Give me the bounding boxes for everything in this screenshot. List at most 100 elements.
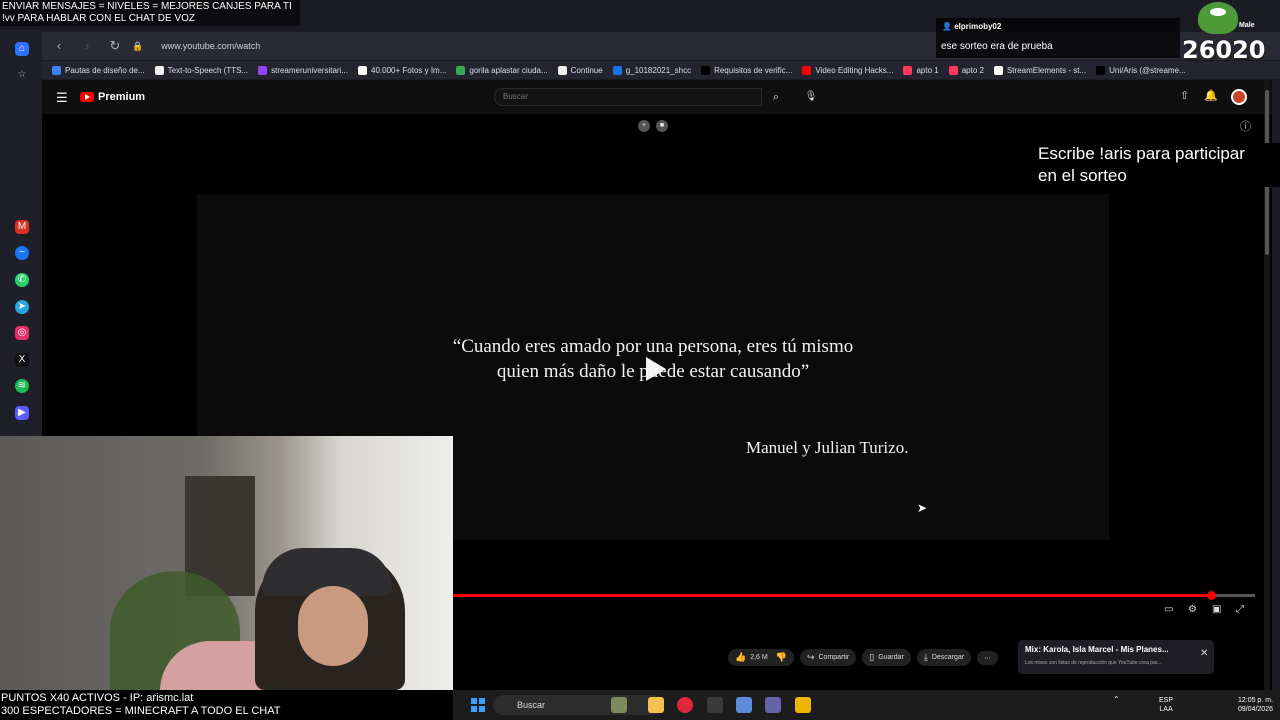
search-icon[interactable]: ⌕ bbox=[764, 88, 788, 106]
mix-card[interactable]: Mix: Karola, Isla Marcel - Mis Planes...… bbox=[1018, 640, 1214, 674]
widget-icon[interactable] bbox=[611, 697, 627, 713]
top-overlay-line-1: ENVIAR MENSAJES = NIVELES = MEJORES CANJ… bbox=[2, 1, 292, 12]
clock[interactable]: 12:05 p. m. 09/04/2026 bbox=[1221, 696, 1273, 714]
taskbar-search[interactable]: Buscar bbox=[493, 695, 663, 715]
bookmark-item[interactable]: g_10182021_shcc bbox=[612, 65, 691, 75]
bookmark-item[interactable]: apto 1 bbox=[903, 65, 939, 75]
url-field[interactable]: www.youtube.com/watch bbox=[161, 41, 260, 51]
back-icon[interactable]: ‹ bbox=[48, 35, 70, 57]
star-icon[interactable]: ☆ bbox=[15, 68, 29, 82]
x-icon[interactable]: X bbox=[15, 353, 29, 367]
bookmark-item[interactable]: streameruniversitari... bbox=[258, 65, 348, 75]
windows-start-icon[interactable] bbox=[471, 698, 485, 712]
bookmark-item[interactable]: Uni/Aris (@streame... bbox=[1096, 65, 1186, 75]
top-overlay-text: ENVIAR MENSAJES = NIVELES = MEJORES CANJ… bbox=[0, 0, 300, 26]
like-button[interactable]: 👍 2,6 M 👎 bbox=[728, 649, 794, 666]
bookmark-favicon-icon bbox=[993, 65, 1003, 75]
bottom-overlay-text: PUNTOS X40 ACTIVOS - IP: arismc.lat 300 … bbox=[0, 692, 330, 718]
bell-icon[interactable]: 🔔 bbox=[1204, 89, 1218, 102]
avatar[interactable] bbox=[1231, 89, 1247, 105]
store-icon[interactable] bbox=[736, 697, 752, 713]
progress-fill bbox=[452, 594, 1211, 597]
bookmark-item[interactable]: Requisitos de verific... bbox=[701, 65, 793, 75]
language-indicator[interactable]: ESP LAA bbox=[1159, 696, 1173, 714]
bookmark-favicon-icon bbox=[701, 65, 711, 75]
bookmark-item[interactable]: StreamElements - st... bbox=[993, 65, 1086, 75]
webcam-feed bbox=[0, 436, 453, 690]
bookmark-label: Video Editing Hacks... bbox=[815, 65, 894, 75]
gmail-icon[interactable]: M bbox=[15, 220, 29, 234]
bookmark-favicon-icon bbox=[456, 65, 466, 75]
subtitles-icon[interactable]: ▭ bbox=[1164, 604, 1173, 615]
raffle-line-1: Escribe !aris para participar bbox=[1038, 144, 1245, 163]
fullscreen-icon[interactable]: ⤢ bbox=[1236, 604, 1244, 615]
youtube-logo[interactable]: Premium bbox=[80, 91, 145, 103]
share-button[interactable]: ↪ Compartir bbox=[799, 649, 857, 666]
like-count: 2,6 M bbox=[750, 654, 768, 661]
close-icon[interactable]: ✕ bbox=[1200, 648, 1208, 659]
bookmark-item[interactable]: 40.000+ Fotos y Im... bbox=[358, 65, 447, 75]
upload-icon[interactable]: ⇧ bbox=[1180, 89, 1189, 102]
ambient-mode-icon[interactable]: + bbox=[638, 120, 650, 132]
download-button[interactable]: ⤓ Descargar bbox=[916, 649, 972, 666]
calendar-icon[interactable] bbox=[795, 697, 811, 713]
messenger-icon[interactable]: ~ bbox=[15, 246, 29, 260]
thumbs-up-icon: 👍 bbox=[735, 652, 747, 662]
video-author-credit: Manuel y Julian Turizo. bbox=[746, 438, 909, 457]
bookmark-item[interactable]: Video Editing Hacks... bbox=[802, 65, 894, 75]
instagram-icon[interactable]: ◎ bbox=[15, 326, 29, 340]
clock-time: 12:05 p. m. bbox=[1237, 697, 1273, 704]
bookmark-item[interactable]: Text-to-Speech (TTS... bbox=[154, 65, 248, 75]
reload-icon[interactable]: ↻ bbox=[104, 35, 126, 57]
bookmark-favicon-icon bbox=[612, 65, 622, 75]
file-explorer-icon[interactable] bbox=[648, 697, 664, 713]
frog-mascot-icon bbox=[1198, 2, 1238, 34]
chat-username-text: elprimoby02 bbox=[954, 22, 1002, 31]
top-overlay-line-2: !vv PARA HABLAR CON EL CHAT DE VOZ bbox=[2, 13, 196, 24]
thumbs-down-icon[interactable]: 👎 bbox=[776, 652, 787, 663]
tray-chevron-icon[interactable]: ⌃ bbox=[1113, 695, 1120, 704]
more-icon: ⋯ bbox=[984, 654, 992, 662]
progress-thumb[interactable] bbox=[1206, 591, 1216, 600]
bookmark-favicon-icon bbox=[557, 65, 567, 75]
search-input[interactable]: Buscar bbox=[494, 88, 762, 106]
menu-icon[interactable]: ☰ bbox=[56, 90, 68, 106]
bookmark-label: apto 2 bbox=[961, 65, 984, 75]
lock-icon: 🔒 bbox=[132, 40, 144, 51]
opera-icon[interactable] bbox=[677, 697, 693, 713]
lang-line-1: ESP bbox=[1159, 697, 1174, 704]
info-icon[interactable]: ⓘ bbox=[1240, 118, 1251, 134]
play-icon[interactable] bbox=[639, 354, 669, 384]
spotify-icon[interactable]: ≋ bbox=[15, 379, 29, 393]
raffle-overlay: Escribe !aris para participar en el sort… bbox=[1032, 143, 1280, 187]
mute-label: Male bbox=[1239, 22, 1255, 29]
chat-message-box: 👤 elprimoby02 ese sorteo era de prueba bbox=[936, 18, 1180, 58]
player-icon[interactable]: ▶ bbox=[15, 406, 29, 420]
teams-icon[interactable] bbox=[765, 697, 781, 713]
forward-icon[interactable]: › bbox=[76, 35, 98, 57]
whatsapp-icon[interactable]: ✆ bbox=[15, 273, 29, 287]
more-button[interactable]: ⋯ bbox=[977, 650, 999, 665]
settings-icon[interactable]: ⚙ bbox=[1188, 604, 1197, 615]
download-icon: ⤓ bbox=[923, 652, 928, 662]
bookmark-item[interactable]: Continue bbox=[557, 65, 603, 75]
bookmark-item[interactable]: apto 2 bbox=[948, 65, 984, 75]
app-icon[interactable] bbox=[707, 697, 723, 713]
mic-icon[interactable]: 🎙 bbox=[802, 88, 820, 106]
mouse-cursor-icon: ➤ bbox=[917, 501, 928, 515]
theater-icon[interactable]: ▣ bbox=[1212, 604, 1221, 615]
bookmark-item[interactable]: gorila aplastar ciuda... bbox=[456, 65, 548, 75]
progress-bar[interactable] bbox=[452, 591, 1255, 600]
bookmark-item[interactable]: Pautas de diseño de... bbox=[52, 65, 145, 75]
cinema-icon[interactable]: ■ bbox=[656, 120, 668, 132]
bookmark-label: Requisitos de verific... bbox=[714, 65, 793, 75]
bookmark-favicon-icon bbox=[52, 65, 61, 75]
bookmark-label: 40.000+ Fotos y Im... bbox=[371, 65, 447, 75]
telegram-icon[interactable]: ➤ bbox=[15, 300, 29, 314]
save-button[interactable]: ▯ Guardar bbox=[862, 649, 911, 666]
clock-date: 09/04/2026 bbox=[1237, 706, 1273, 713]
bookmark-label: Pautas de diseño de... bbox=[65, 65, 145, 75]
home-icon[interactable]: ⌂ bbox=[15, 42, 29, 56]
windows-taskbar: ⌕ Buscar ⌃ ESP LAA 12:05 p. m. 09/04/202… bbox=[453, 690, 1280, 720]
raffle-line-2: en el sorteo bbox=[1038, 166, 1127, 185]
